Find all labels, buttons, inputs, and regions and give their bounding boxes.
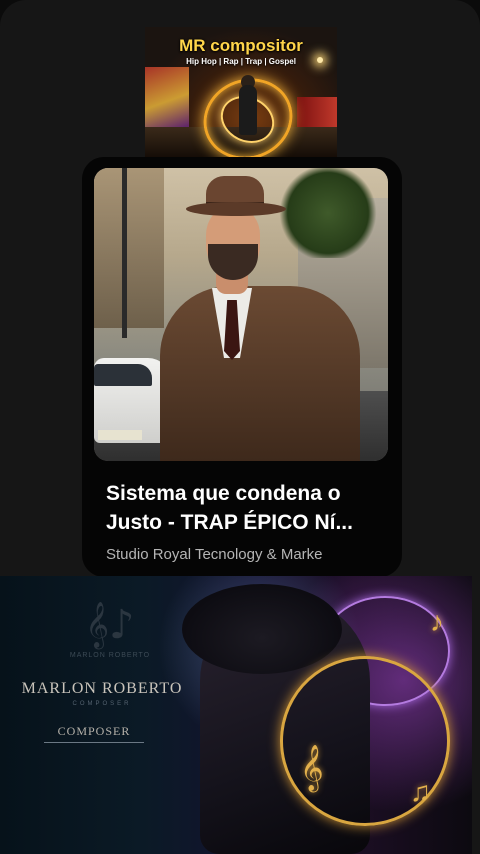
music-note-icon: ♪ — [430, 606, 444, 637]
tweed-suit — [160, 286, 360, 461]
dancer-figure — [239, 85, 257, 135]
composer-banner[interactable]: ♪ 𝄞 ♫ 𝄞♪ MARLON ROBERTO MARLON ROBERTO C… — [0, 576, 472, 854]
treble-clef-icon: 𝄞 — [300, 746, 324, 790]
logo-small-text: MARLON ROBERTO — [69, 652, 151, 659]
composer-hair — [182, 584, 342, 674]
video-thumbnail[interactable] — [94, 168, 388, 461]
building-left — [94, 168, 164, 328]
composer-role: COMPOSER — [44, 724, 144, 743]
video-title[interactable]: Sistema que condena o Justo - TRAP ÉPICO… — [106, 479, 392, 537]
music-note-icon: ♫ — [410, 776, 431, 807]
video-card[interactable]: Sistema que condena o Justo - TRAP ÉPICO… — [82, 157, 402, 577]
app-screen: MR compositor Hip Hop | Rap | Trap | Gos… — [0, 0, 480, 854]
street-pole — [122, 168, 127, 338]
banner-subtitle: Hip Hop | Rap | Trap | Gospel — [186, 57, 296, 66]
license-plate — [98, 430, 142, 440]
car-window — [94, 364, 152, 386]
tree — [278, 168, 378, 258]
video-title-line-1: Sistema que condena o — [106, 482, 341, 505]
mr-compositor-banner[interactable]: MR compositor Hip Hop | Rap | Trap | Gos… — [145, 27, 337, 157]
banner-title: MR compositor — [179, 36, 303, 55]
composer-name: MARLON ROBERTO — [21, 680, 183, 697]
channel-name[interactable]: Studio Royal Tecnology & Marke — [106, 546, 396, 563]
fedora-brim — [186, 202, 286, 216]
video-title-line-2: Justo - TRAP ÉPICO Ní... — [106, 511, 353, 534]
composer-name-sub: COMPOSER — [72, 701, 132, 707]
